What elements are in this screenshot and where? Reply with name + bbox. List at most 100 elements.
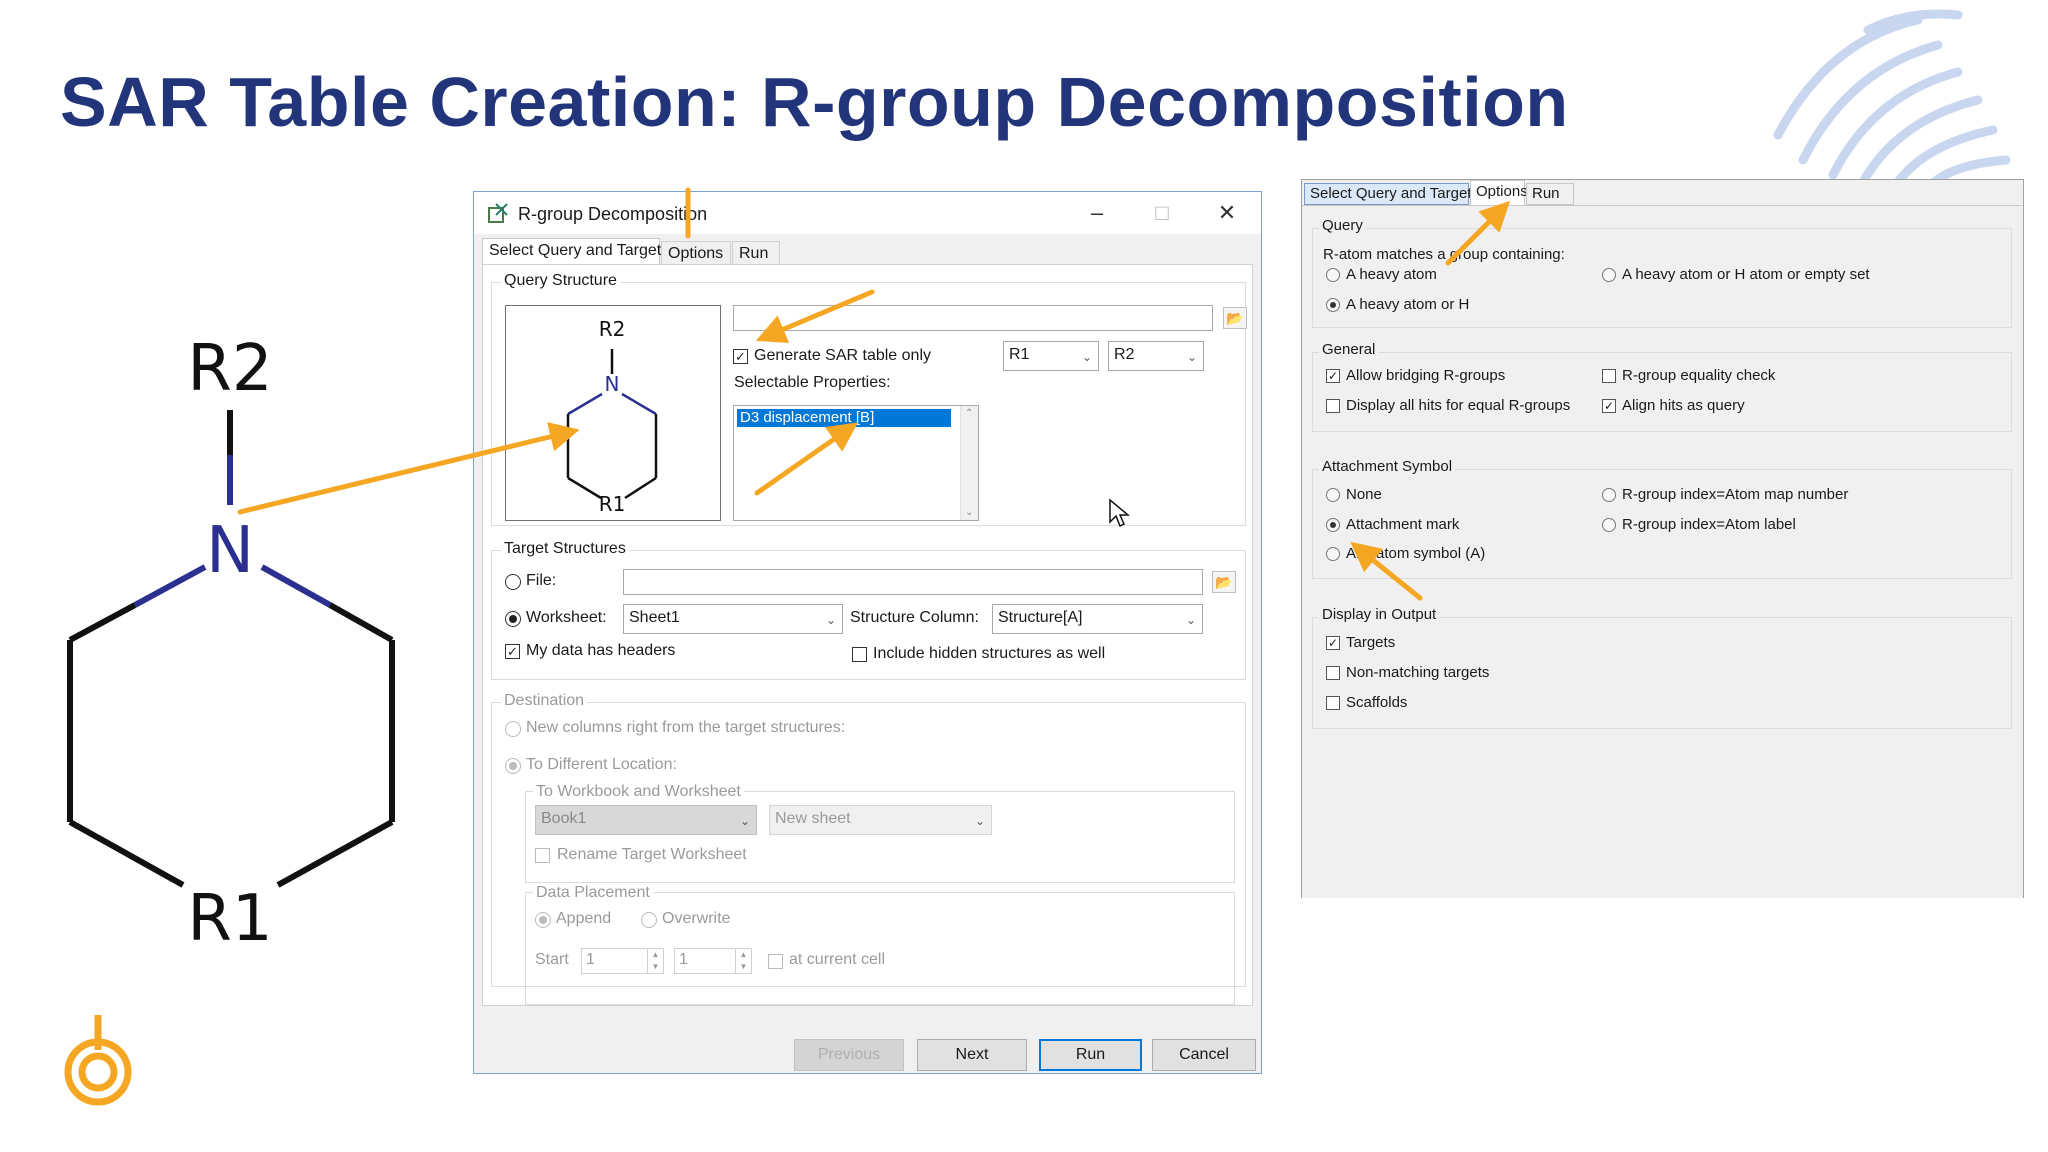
overwrite-label: Overwrite xyxy=(662,910,731,927)
tab-run[interactable]: Run xyxy=(732,241,780,265)
scaffolds-checkbox[interactable] xyxy=(1326,696,1340,710)
chevron-down-icon: ⌄ xyxy=(825,613,836,627)
different-location-radio[interactable] xyxy=(505,758,521,774)
r2-select[interactable]: R2 ⌄ xyxy=(1108,341,1204,371)
spin-arrows-icon[interactable]: ▲ ▼ xyxy=(735,949,751,973)
data-placement-label: Data Placement xyxy=(533,884,653,902)
rename-worksheet-checkbox[interactable] xyxy=(535,848,550,863)
chevron-down-icon: ⌄ xyxy=(1081,350,1092,364)
preview-r2-label: R2 xyxy=(599,317,626,341)
targets-checkbox[interactable]: ✓ xyxy=(1326,636,1340,650)
atom-label-label: R-group index=Atom label xyxy=(1622,516,1796,533)
molecule-r2-label: R2 xyxy=(187,332,272,406)
start-col-spinner[interactable]: 1 ▲ ▼ xyxy=(674,948,752,974)
workbook-select[interactable]: Book1 ⌄ xyxy=(535,805,757,835)
minimize-button[interactable]: – xyxy=(1077,198,1117,228)
cancel-button[interactable]: Cancel xyxy=(1152,1039,1256,1071)
attachment-none-radio[interactable] xyxy=(1326,488,1340,502)
start-label: Start xyxy=(535,951,569,968)
headers-checkbox[interactable]: ✓ xyxy=(505,644,520,659)
tab-select-query-and-target[interactable]: Select Query and Target xyxy=(482,238,661,265)
selectable-properties-label: Selectable Properties: xyxy=(734,374,891,391)
sheet-select[interactable]: New sheet ⌄ xyxy=(769,805,992,835)
run-button[interactable]: Run xyxy=(1039,1039,1142,1071)
options-general-group xyxy=(1312,352,2012,432)
map-number-radio[interactable] xyxy=(1602,488,1616,502)
tab-panel: Query Structure R2 N R1 📂 ✓ Generate SAR… xyxy=(482,264,1253,1006)
allow-bridging-checkbox[interactable]: ✓ xyxy=(1326,369,1340,383)
attachment-mark-label: Attachment mark xyxy=(1346,516,1460,533)
equality-check-checkbox[interactable] xyxy=(1602,369,1616,383)
query-structure-label: Query Structure xyxy=(501,272,620,290)
file-radio[interactable] xyxy=(505,574,521,590)
any-atom-label: Any atom symbol (A) xyxy=(1346,545,1486,562)
append-radio[interactable] xyxy=(535,912,551,928)
chevron-down-icon: ⌄ xyxy=(974,814,985,828)
start-col-value: 1 xyxy=(679,951,688,968)
non-matching-checkbox[interactable] xyxy=(1326,666,1340,680)
selectable-properties-list[interactable]: D3 displacement [B] ⌃ ⌄ xyxy=(733,405,979,521)
spin-arrows-icon[interactable]: ▲ ▼ xyxy=(647,949,663,973)
heavy-or-h-radio[interactable] xyxy=(1326,298,1340,312)
property-list-item[interactable]: D3 displacement [B] xyxy=(737,409,951,427)
maximize-button[interactable]: □ xyxy=(1142,198,1182,228)
tab-options[interactable]: Options xyxy=(661,241,731,265)
new-columns-radio[interactable] xyxy=(505,721,521,737)
options-tab-run[interactable]: Run xyxy=(1526,183,1574,205)
hidden-structures-checkbox[interactable] xyxy=(852,647,867,662)
generate-sar-checkbox[interactable]: ✓ xyxy=(733,349,748,364)
molecule-nitrogen-label: N xyxy=(206,514,254,588)
molecule-structure-large: R2 N R1 xyxy=(67,332,395,956)
current-cell-checkbox[interactable] xyxy=(768,954,783,969)
r2-select-value: R2 xyxy=(1114,346,1135,363)
query-molecule-icon: R2 N R1 xyxy=(566,317,658,516)
close-button[interactable]: ✕ xyxy=(1207,198,1247,228)
target-file-input[interactable] xyxy=(623,569,1203,595)
query-structure-preview[interactable]: R2 N R1 xyxy=(505,305,721,521)
hidden-structures-label: Include hidden structures as well xyxy=(873,645,1106,662)
next-button[interactable]: Next xyxy=(917,1039,1027,1071)
any-atom-radio[interactable] xyxy=(1326,547,1340,561)
structure-column-value: Structure[A] xyxy=(998,609,1083,626)
workbook-select-value: Book1 xyxy=(541,810,587,827)
start-row-spinner[interactable]: 1 ▲ ▼ xyxy=(581,948,664,974)
align-hits-checkbox[interactable]: ✓ xyxy=(1602,399,1616,413)
overwrite-radio[interactable] xyxy=(641,912,657,928)
chevron-down-icon: ⌄ xyxy=(1185,613,1196,627)
options-attachment-label: Attachment Symbol xyxy=(1319,458,1456,475)
different-location-label: To Different Location: xyxy=(526,756,677,773)
options-tab-options[interactable]: Options xyxy=(1470,180,1528,206)
map-number-label: R-group index=Atom map number xyxy=(1622,486,1849,503)
mouse-cursor-icon xyxy=(1109,498,1130,528)
company-logo-icon xyxy=(64,1015,132,1106)
worksheet-radio[interactable] xyxy=(505,611,521,627)
attachment-mark-radio[interactable] xyxy=(1326,518,1340,532)
options-tab-select-query[interactable]: Select Query and Target xyxy=(1304,183,1471,205)
dialog-titlebar: R-group Decomposition – □ ✕ xyxy=(474,192,1261,234)
molecule-r1-label: R1 xyxy=(187,882,272,956)
target-browse-folder-icon[interactable]: 📂 xyxy=(1212,571,1236,593)
generate-sar-label: Generate SAR table only xyxy=(754,347,931,364)
structure-column-select[interactable]: Structure[A] ⌄ xyxy=(992,604,1203,634)
query-file-path-input[interactable] xyxy=(733,305,1213,331)
scroll-up-icon[interactable]: ⌃ xyxy=(965,408,973,419)
worksheet-select[interactable]: Sheet1 ⌄ xyxy=(623,604,843,634)
r1-select[interactable]: R1 ⌄ xyxy=(1003,341,1099,371)
heavy-atom-radio[interactable] xyxy=(1326,268,1340,282)
properties-scrollbar[interactable]: ⌃ ⌄ xyxy=(960,406,978,520)
r-group-decomposition-dialog: R-group Decomposition – □ ✕ Select Query… xyxy=(473,191,1262,1074)
worksheet-select-value: Sheet1 xyxy=(629,609,680,626)
scaffolds-label: Scaffolds xyxy=(1346,694,1408,711)
query-browse-folder-icon[interactable]: 📂 xyxy=(1223,307,1247,329)
start-row-value: 1 xyxy=(586,951,595,968)
target-structures-label: Target Structures xyxy=(501,540,629,558)
worksheet-label: Worksheet: xyxy=(526,609,607,626)
previous-button[interactable]: Previous xyxy=(794,1039,904,1071)
attachment-none-label: None xyxy=(1346,486,1382,503)
heavy-h-empty-radio[interactable] xyxy=(1602,268,1616,282)
scroll-down-icon[interactable]: ⌄ xyxy=(965,507,973,518)
display-all-hits-checkbox[interactable] xyxy=(1326,399,1340,413)
targets-label: Targets xyxy=(1346,634,1396,651)
new-columns-label: New columns right from the target struct… xyxy=(526,719,846,736)
atom-label-radio[interactable] xyxy=(1602,518,1616,532)
